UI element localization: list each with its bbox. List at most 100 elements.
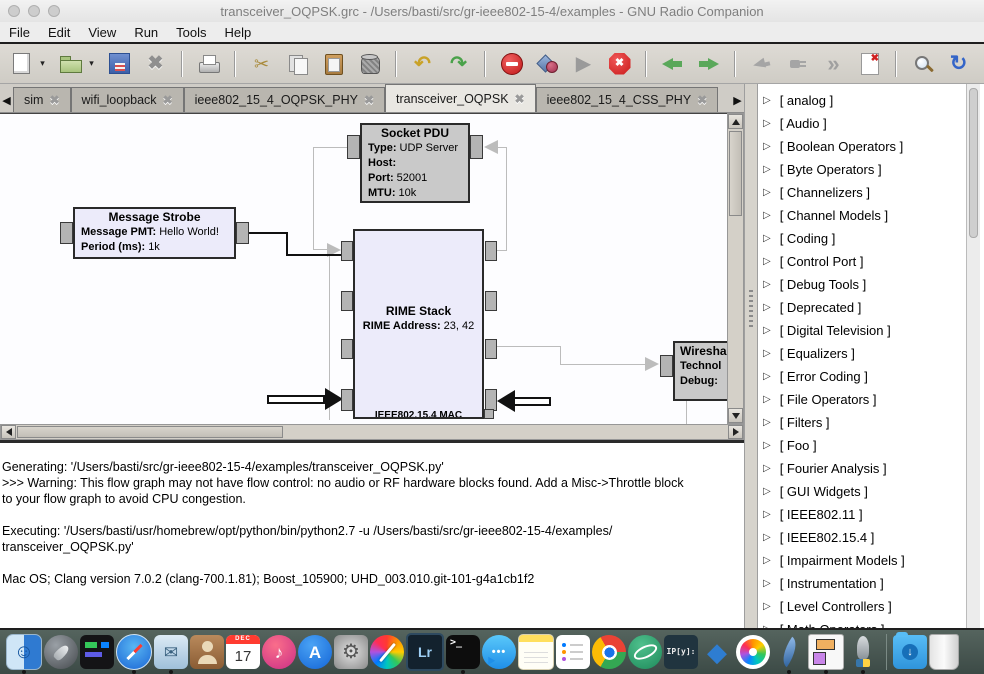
sidebar-category-equalizers[interactable]: ▷[ Equalizers ]	[758, 342, 966, 365]
sidebar-category-foo[interactable]: ▷[ Foo ]	[758, 434, 966, 457]
sidebar-scrollbar[interactable]	[966, 84, 980, 630]
close-tab-icon[interactable]: ✖	[697, 93, 707, 107]
dock-launchpad-icon[interactable]	[44, 635, 78, 669]
find-block-button[interactable]	[909, 50, 936, 77]
close-tab-icon[interactable]: ✖	[364, 93, 374, 107]
flowgraph-errors-button[interactable]: ✖	[856, 50, 883, 77]
rime-stack-port[interactable]	[485, 339, 497, 359]
sidebar-category-error-coding[interactable]: ▷[ Error Coding ]	[758, 365, 966, 388]
sidebar-category-impairment-models[interactable]: ▷[ Impairment Models ]	[758, 549, 966, 572]
new-flowgraph-button[interactable]	[8, 50, 35, 77]
sidebar-category-fourier-analysis[interactable]: ▷[ Fourier Analysis ]	[758, 457, 966, 480]
canvas-vertical-scrollbar[interactable]	[727, 113, 744, 424]
sidebar-category-level-controllers[interactable]: ▷[ Level Controllers ]	[758, 595, 966, 618]
menu-file[interactable]: File	[0, 25, 39, 40]
expander-icon[interactable]: ▷	[763, 233, 771, 244]
sidebar-category-control-port[interactable]: ▷[ Control Port ]	[758, 250, 966, 273]
dock-reminders-icon[interactable]	[556, 635, 590, 669]
rime-stack-port[interactable]	[485, 389, 497, 411]
dock-photos-icon[interactable]	[736, 635, 770, 669]
sidebar-category-channelizers[interactable]: ▷[ Channelizers ]	[758, 181, 966, 204]
sidebar-category-analog[interactable]: ▷[ analog ]	[758, 89, 966, 112]
expander-icon[interactable]: ▷	[763, 348, 771, 359]
kill-flowgraph-button[interactable]: ✖	[606, 50, 633, 77]
expander-icon[interactable]: ▷	[763, 417, 771, 428]
dock-finder-icon[interactable]: ☺	[6, 634, 42, 670]
expander-icon[interactable]: ▷	[763, 394, 771, 405]
dock-downloads-icon[interactable]: ↓	[893, 635, 927, 669]
sidebar-category-ieee802-11[interactable]: ▷[ IEEE802.11 ]	[758, 503, 966, 526]
redo-button[interactable]: ↷	[445, 50, 472, 77]
sidebar-scroll-thumb[interactable]	[969, 88, 978, 238]
sidebar-category-ieee802-15-4[interactable]: ▷[ IEEE802.15.4 ]	[758, 526, 966, 549]
open-flowgraph-dropdown-button[interactable]: ▾	[86, 50, 97, 77]
dock-itunes-icon[interactable]: ♪	[262, 635, 296, 669]
expander-icon[interactable]: ▷	[763, 578, 771, 589]
dock-ipython-icon[interactable]: IP[y]:	[664, 635, 698, 669]
menu-help[interactable]: Help	[216, 25, 261, 40]
sidebar-category-deprecated[interactable]: ▷[ Deprecated ]	[758, 296, 966, 319]
sidebar-category-debug-tools[interactable]: ▷[ Debug Tools ]	[758, 273, 966, 296]
dock-app-store-icon[interactable]: A	[298, 635, 332, 669]
scroll-left-button[interactable]	[1, 425, 16, 439]
sidebar-category-coding[interactable]: ▷[ Coding ]	[758, 227, 966, 250]
expander-icon[interactable]: ▷	[763, 279, 771, 290]
expander-icon[interactable]: ▷	[763, 95, 771, 106]
tab-scroll-left-icon[interactable]: ◀	[0, 88, 13, 112]
vertical-scroll-thumb[interactable]	[729, 131, 742, 216]
delete-blocks-button[interactable]	[356, 50, 383, 77]
dock-lightroom-icon[interactable]: Lr	[406, 633, 444, 671]
expander-icon[interactable]: ▷	[763, 256, 771, 267]
tab-scroll-right-icon[interactable]: ▶	[731, 88, 744, 112]
expander-icon[interactable]: ▷	[763, 302, 771, 313]
expander-icon[interactable]: ▷	[763, 371, 771, 382]
expander-icon[interactable]: ▷	[763, 532, 771, 543]
expander-icon[interactable]: ▷	[763, 141, 771, 152]
socket-pdu-msg-port[interactable]	[470, 135, 483, 159]
pane-resize-handle-icon[interactable]	[749, 290, 753, 330]
rime-stack-port[interactable]	[341, 389, 353, 411]
execute-flowgraph-button[interactable]: ▶	[570, 50, 597, 77]
dock-dashboard-icon[interactable]	[80, 635, 114, 669]
expander-icon[interactable]: ▷	[763, 210, 771, 221]
dock-contacts-icon[interactable]	[190, 635, 224, 669]
sidebar-category-channel-models[interactable]: ▷[ Channel Models ]	[758, 204, 966, 227]
expander-icon[interactable]: ▷	[763, 164, 771, 175]
dock-color-wheel-icon[interactable]	[370, 635, 404, 669]
menu-run[interactable]: Run	[125, 25, 167, 40]
scroll-right-button[interactable]	[728, 425, 743, 439]
rime-stack-port[interactable]	[341, 339, 353, 359]
dock-grc-icon[interactable]	[808, 634, 844, 670]
view-errors-button[interactable]	[498, 50, 525, 77]
open-flowgraph-button[interactable]	[57, 50, 84, 77]
horizontal-scroll-thumb[interactable]	[17, 426, 283, 438]
close-flowgraph-button[interactable]: ✖	[142, 50, 169, 77]
forward-button[interactable]	[695, 50, 722, 77]
tab-ieee802-15-4-oqpsk-phy[interactable]: ieee802_15_4_OQPSK_PHY✖	[184, 87, 385, 112]
block-wireshark-connector[interactable]: Wiresha Technol Debug:	[673, 341, 727, 401]
print-button[interactable]	[195, 50, 222, 77]
close-tab-icon[interactable]: ✖	[515, 92, 525, 106]
dock-atom-icon[interactable]	[628, 635, 662, 669]
expander-icon[interactable]: ▷	[763, 118, 771, 129]
dock-terminal-icon[interactable]: >_	[446, 635, 480, 669]
rime-stack-port[interactable]	[485, 291, 497, 311]
dock-safari-icon[interactable]	[116, 634, 152, 670]
menu-edit[interactable]: Edit	[39, 25, 79, 40]
menu-view[interactable]: View	[79, 25, 125, 40]
save-flowgraph-button[interactable]	[106, 50, 133, 77]
expander-icon[interactable]: ▷	[763, 601, 771, 612]
tab-ieee802-15-4-css-phy[interactable]: ieee802_15_4_CSS_PHY✖	[536, 87, 719, 112]
dock-calendar-icon[interactable]: DEC17	[226, 635, 260, 669]
tab-wifi-loopback[interactable]: wifi_loopback✖	[71, 87, 184, 112]
dock-messages-icon[interactable]: •••	[482, 635, 516, 669]
rime-stack-port[interactable]	[485, 241, 497, 261]
message-strobe-port[interactable]	[60, 222, 73, 244]
back-button[interactable]	[659, 50, 686, 77]
tab-sim[interactable]: sim✖	[13, 87, 71, 112]
cut-blocks-button[interactable]: ✂	[248, 50, 275, 77]
dock-system-preferences-icon[interactable]: ⚙	[334, 635, 368, 669]
sidebar-category-filters[interactable]: ▷[ Filters ]	[758, 411, 966, 434]
menu-tools[interactable]: Tools	[167, 25, 215, 40]
dock-notes-icon[interactable]	[518, 634, 554, 670]
